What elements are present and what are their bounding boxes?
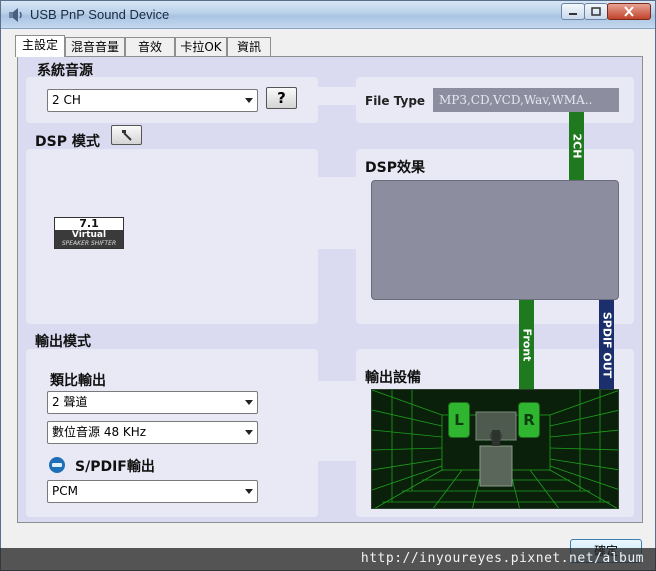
file-type-display: MP3,CD,VCD,Wav,WMA.. xyxy=(433,88,619,112)
signal-bar-spdif-label: SPDIF OUT xyxy=(600,311,613,378)
watermark: http://inyoureyes.pixnet.net/album xyxy=(0,548,656,571)
logo-line-3: SPEAKER SHIFTER xyxy=(55,240,123,248)
signal-bar-front-label: Front xyxy=(520,328,533,361)
digital-source-select[interactable]: 數位音源 48 KHz xyxy=(47,421,258,444)
close-icon xyxy=(624,6,634,17)
digital-source-value: 數位音源 48 KHz xyxy=(52,425,147,439)
output-mode-heading: 輸出模式 xyxy=(35,334,91,350)
tab-info[interactable]: 資訊 xyxy=(227,37,271,57)
connector xyxy=(318,177,356,249)
analog-channel-value: 2 聲道 xyxy=(52,395,88,409)
signal-bar-front: Front xyxy=(519,300,534,389)
signal-bar-2ch-label: 2CH xyxy=(570,133,583,159)
tab-karaoke[interactable]: 卡拉OK xyxy=(175,37,227,57)
chevron-down-icon xyxy=(245,400,253,405)
channel-select[interactable]: 2 CH xyxy=(47,89,258,112)
speaker-room-visual: L R xyxy=(371,389,619,509)
close-button[interactable] xyxy=(607,3,651,20)
spdif-format-select[interactable]: PCM xyxy=(47,480,258,503)
analog-channel-select[interactable]: 2 聲道 xyxy=(47,391,258,414)
hammer-icon xyxy=(121,130,132,141)
spdif-icon xyxy=(49,457,65,473)
tab-mixer-volume[interactable]: 混音音量 xyxy=(65,37,125,57)
maximize-button[interactable] xyxy=(584,3,608,20)
minimize-button[interactable] xyxy=(561,3,585,20)
chevron-down-icon xyxy=(245,430,253,435)
minimize-icon xyxy=(569,12,577,15)
chevron-down-icon xyxy=(245,489,253,494)
speaker-app-icon xyxy=(9,8,22,22)
system-source-heading: 系統音源 xyxy=(37,63,93,79)
right-speaker[interactable]: R xyxy=(518,402,540,438)
window-title: USB PnP Sound Device xyxy=(30,7,170,22)
connector xyxy=(318,87,356,105)
virtual-71-logo: 7.1 Virtual SPEAKER SHIFTER xyxy=(54,217,124,249)
room-grid-graphic xyxy=(372,390,618,508)
logo-line-2: Virtual xyxy=(55,230,123,240)
dsp-effect-display xyxy=(371,180,619,300)
chevron-down-icon xyxy=(245,98,253,103)
spdif-format-value: PCM xyxy=(52,484,78,498)
signal-bar-2ch: 2CH xyxy=(569,112,584,180)
maximize-icon xyxy=(591,7,601,16)
title-bar[interactable]: USB PnP Sound Device xyxy=(1,1,655,29)
connector xyxy=(318,381,356,461)
logo-line-1: 7.1 xyxy=(79,217,99,230)
spdif-output-label: S/PDIF輸出 xyxy=(75,459,155,475)
dsp-mode-heading: DSP 模式 xyxy=(35,134,100,150)
file-type-label: File Type xyxy=(365,94,426,108)
tab-main-settings[interactable]: 主設定 xyxy=(15,35,65,57)
signal-bar-spdif: SPDIF OUT xyxy=(599,300,614,389)
dsp-effect-heading: DSP效果 xyxy=(365,160,425,176)
output-device-heading: 輸出設備 xyxy=(365,370,421,386)
left-speaker[interactable]: L xyxy=(448,402,470,438)
tab-sound-effects[interactable]: 音效 xyxy=(125,37,175,57)
help-button[interactable]: ? xyxy=(266,87,297,109)
app-window: USB PnP Sound Device 主設定 混音音量 音效 卡拉OK 資訊… xyxy=(0,0,656,571)
channel-select-value: 2 CH xyxy=(52,93,81,107)
analog-output-label: 類比輸出 xyxy=(50,373,106,389)
dsp-tool-button[interactable] xyxy=(111,125,142,145)
